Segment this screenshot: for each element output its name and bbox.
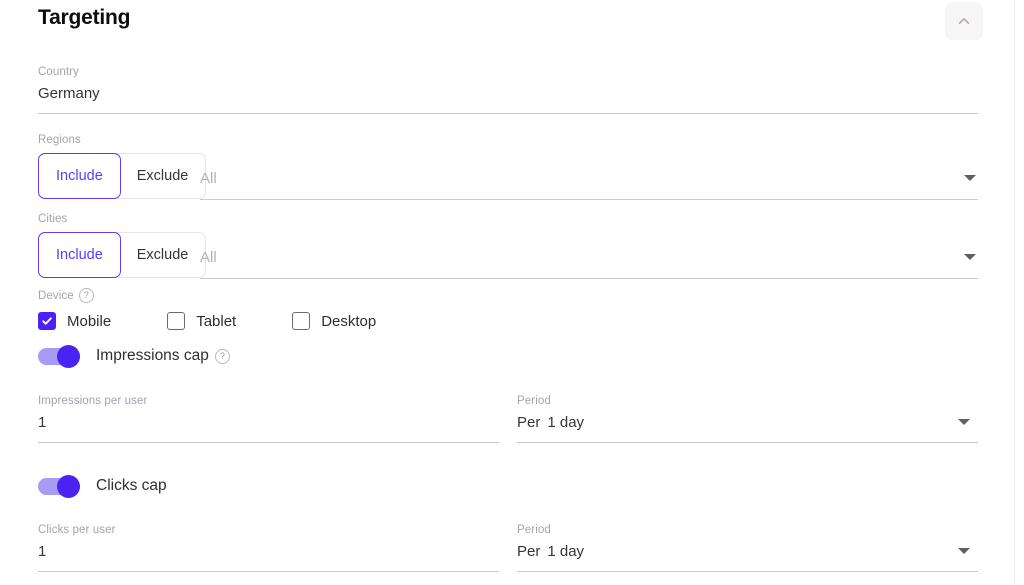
- clicks-period-value: Per 1 day: [517, 542, 978, 562]
- clicks-period-label: Period: [517, 524, 551, 536]
- impressions-per-user-value: 1: [38, 414, 47, 431]
- regions-select[interactable]: All: [200, 153, 978, 200]
- country-label: Country: [38, 66, 79, 78]
- switch-knob: [57, 475, 80, 498]
- impressions-period-value: Per 1 day: [517, 413, 978, 433]
- impressions-cap-fields: Impressions per user 1 Period Per 1 day: [38, 391, 978, 443]
- cities-label: Cities: [38, 213, 68, 225]
- impressions-period-underline: [517, 442, 978, 443]
- impressions-cap-row: Impressions cap ?: [38, 345, 230, 368]
- chevron-down-icon[interactable]: [958, 548, 970, 554]
- device-option-label: Mobile: [67, 312, 112, 330]
- regions-exclude-button[interactable]: Exclude: [120, 154, 206, 198]
- help-circle-icon[interactable]: ?: [78, 288, 94, 303]
- impressions-cap-switch[interactable]: [38, 345, 80, 368]
- help-circle-icon[interactable]: ?: [214, 348, 230, 364]
- impressions-per-user-underline: [38, 442, 499, 443]
- clicks-cap-row: Clicks cap: [38, 475, 167, 498]
- device-option-label: Desktop: [321, 312, 377, 330]
- period-amount: 1 day: [547, 543, 585, 560]
- targeting-panel: Targeting Country Germany Regions Includ…: [0, 0, 1024, 585]
- clicks-cap-fields: Clicks per user 1 Period Per 1 day: [38, 520, 978, 572]
- cities-select[interactable]: All: [200, 232, 978, 279]
- device-label: Device: [38, 289, 74, 302]
- panel-right-divider: [1014, 0, 1015, 585]
- device-option-tablet[interactable]: Tablet: [167, 312, 236, 330]
- regions-underline: [200, 199, 978, 200]
- clicks-cap-switch[interactable]: [38, 475, 80, 498]
- page-title: Targeting: [38, 6, 131, 29]
- country-field[interactable]: Country Germany: [38, 62, 978, 114]
- device-field: Device ? Mobile Tablet Desktop: [38, 288, 376, 330]
- regions-include-exclude-toggle: Include Exclude: [38, 153, 207, 199]
- mobile-checkbox[interactable]: [38, 312, 56, 330]
- regions-field: Regions Include Exclude All: [38, 130, 978, 200]
- impressions-period-field[interactable]: Period Per 1 day: [517, 391, 978, 443]
- clicks-per-user-underline: [38, 571, 499, 572]
- impressions-cap-label: Impressions cap: [96, 347, 209, 364]
- switch-knob: [57, 345, 80, 368]
- regions-select-value: All: [200, 170, 217, 187]
- country-underline: [38, 113, 978, 114]
- cities-field: Cities Include Exclude All: [38, 209, 978, 279]
- clicks-per-user-label: Clicks per user: [38, 524, 116, 536]
- country-value: Germany: [38, 85, 100, 102]
- device-options: Mobile Tablet Desktop: [38, 312, 376, 330]
- device-option-label: Tablet: [196, 312, 237, 330]
- cities-underline: [200, 278, 978, 279]
- collapse-panel-button[interactable]: [945, 2, 983, 40]
- regions-include-button[interactable]: Include: [38, 153, 121, 199]
- cities-include-button[interactable]: Include: [38, 232, 121, 278]
- panel-header: Targeting: [38, 2, 1024, 46]
- impressions-per-user-label: Impressions per user: [38, 395, 148, 407]
- regions-label: Regions: [38, 134, 81, 146]
- period-prefix: Per: [517, 543, 541, 560]
- chevron-up-icon: [956, 13, 972, 29]
- impressions-per-user-field[interactable]: Impressions per user 1: [38, 391, 499, 443]
- desktop-checkbox[interactable]: [292, 312, 311, 330]
- period-prefix: Per: [517, 414, 541, 431]
- clicks-period-field[interactable]: Period Per 1 day: [517, 520, 978, 572]
- chevron-down-icon[interactable]: [958, 419, 970, 425]
- chevron-down-icon[interactable]: [964, 254, 976, 260]
- clicks-cap-label: Clicks cap: [96, 477, 167, 494]
- cities-exclude-button[interactable]: Exclude: [120, 233, 206, 277]
- impressions-period-label: Period: [517, 395, 551, 407]
- clicks-period-underline: [517, 571, 978, 572]
- chevron-down-icon[interactable]: [964, 175, 976, 181]
- cities-select-value: All: [200, 249, 217, 266]
- period-amount: 1 day: [547, 414, 585, 431]
- tablet-checkbox[interactable]: [167, 312, 186, 330]
- device-option-mobile[interactable]: Mobile: [38, 312, 111, 330]
- clicks-per-user-value: 1: [38, 543, 47, 560]
- device-option-desktop[interactable]: Desktop: [292, 312, 376, 330]
- clicks-per-user-field[interactable]: Clicks per user 1: [38, 520, 499, 572]
- cities-include-exclude-toggle: Include Exclude: [38, 232, 207, 278]
